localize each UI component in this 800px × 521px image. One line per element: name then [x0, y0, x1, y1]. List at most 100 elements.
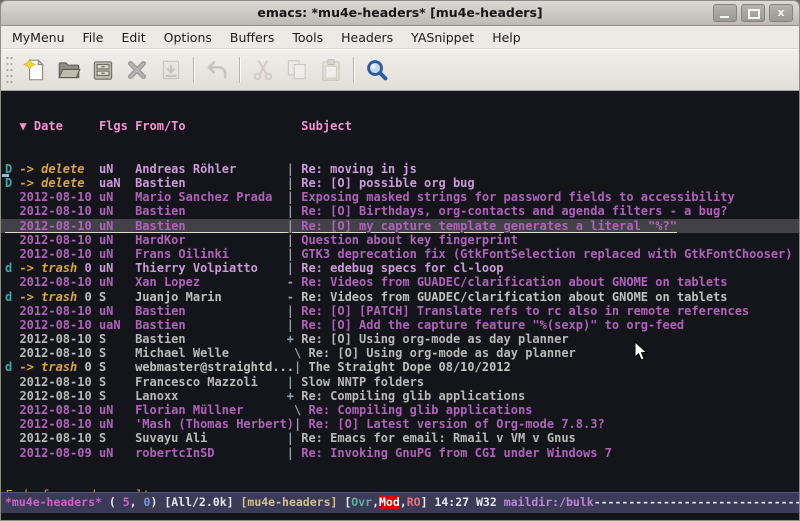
cut-button [246, 53, 280, 87]
message-row[interactable]: 2012-08-10 S Michael Welle \ Re: [O] Usi… [1, 346, 799, 360]
message-row[interactable]: 2012-08-09 uN robertcInSD | Re: Invoking… [1, 446, 799, 460]
menu-options[interactable]: Options [155, 27, 221, 48]
date-cell: 2012-08-10 [19, 204, 98, 218]
from-cell: Mario Sanchez Prada [135, 190, 287, 204]
message-row[interactable]: 2012-08-10 S Bastien + Re: [O] Using org… [1, 332, 799, 346]
search-button[interactable] [360, 53, 394, 87]
subject-cell: Slow NNTP folders [301, 375, 424, 389]
save-button[interactable] [86, 53, 120, 87]
message-row[interactable]: 2012-08-10 S Lanoxx + Re: Compiling glib… [1, 389, 799, 403]
menu-buffers[interactable]: Buffers [221, 27, 283, 48]
mark-char [5, 346, 19, 360]
subject-cell: The Straight Dope 08/10/2012 [308, 360, 510, 374]
message-row[interactable]: 2012-08-10 uN Bastien | Re: [O] my captu… [1, 219, 799, 233]
window-controls: x [709, 4, 793, 22]
message-row[interactable]: D -> delete uaN Bastien | Re: [O] possib… [1, 176, 799, 190]
from-cell: Bastien [135, 176, 287, 190]
mark-char [5, 304, 19, 318]
subject-cell: Re: [O] Using org-mode as day planner [308, 346, 575, 360]
mark-target: -> trash [19, 261, 77, 275]
subject-cell: GTK3 deprecation fix (GtkFontSelection r… [301, 247, 792, 261]
message-row[interactable]: d -> trash 0 S webmaster@straightd...| T… [1, 360, 799, 374]
open-button[interactable] [52, 53, 86, 87]
message-row[interactable]: 2012-08-10 uN HardKor | Question about k… [1, 233, 799, 247]
thread-char: | [287, 304, 301, 318]
new-file-button[interactable] [18, 53, 52, 87]
modeline-segment: [All/2.0k] [164, 495, 240, 509]
from-cell: Thierry Volpiatto [135, 261, 287, 275]
thread-char: | [287, 446, 301, 460]
thread-char: | [294, 417, 308, 431]
mark-char [5, 318, 19, 332]
minimize-button[interactable] [713, 4, 737, 22]
headers-header-line[interactable]: ▼ Date Flgs From/To Subject [1, 119, 799, 133]
date-cell: 2012-08-10 [19, 417, 98, 431]
menu-headers[interactable]: Headers [332, 27, 402, 48]
subject-cell: Re: Videos from GUADEC/clarification abo… [301, 275, 727, 289]
subject-cell: Re: moving in js [301, 162, 417, 176]
date-cell: 2012-08-10 [19, 304, 98, 318]
modeline-segment: Ovr [351, 495, 372, 509]
thread-char: | [287, 162, 301, 176]
thread-char: | [294, 360, 308, 374]
menu-edit[interactable]: Edit [112, 27, 154, 48]
menu-yasnippet[interactable]: YASnippet [402, 27, 483, 48]
message-row[interactable]: 2012-08-10 uN Florian Müllner \ Re: Comp… [1, 403, 799, 417]
date-cell: 2012-08-10 [19, 389, 98, 403]
toolbar-drag-handle[interactable] [5, 55, 14, 85]
message-row[interactable]: 2012-08-10 S Francesco Mazzoli | Slow NN… [1, 375, 799, 389]
thread-char: - [287, 275, 301, 289]
menu-help[interactable]: Help [483, 27, 530, 48]
title-bar[interactable]: emacs: *mu4e-headers* [mu4e-headers] x [1, 1, 799, 26]
modeline-segment: RO [407, 495, 421, 509]
thread-char: | [287, 431, 301, 445]
thread-char: + [287, 332, 301, 346]
flags-cell: uN [99, 403, 135, 417]
mark-char [5, 403, 19, 417]
date-cell: 2012-08-10 [19, 332, 98, 346]
maximize-button[interactable] [741, 4, 765, 22]
mark-char [5, 417, 19, 431]
close-buffer-button[interactable] [120, 53, 154, 87]
modeline-segment: , [400, 495, 407, 509]
date-cell: 2012-08-10 [19, 318, 98, 332]
mark-char: d [5, 261, 19, 275]
menu-mymenu[interactable]: MyMenu [3, 27, 74, 48]
message-row[interactable]: 2012-08-10 uN Bastien | Re: [O] Birthday… [1, 204, 799, 218]
from-cell: Xan Lopez [135, 275, 287, 289]
headers-buffer[interactable]: ▼ Date Flgs From/To Subject D -> delete … [1, 91, 799, 492]
from-cell: Bastien [135, 318, 287, 332]
date-cell: 2012-08-09 [19, 446, 98, 460]
message-row[interactable]: 2012-08-10 uN Frans Oilinki | GTK3 depre… [1, 247, 799, 261]
message-row[interactable]: 2012-08-10 uN Xan Lopez - Re: Videos fro… [1, 275, 799, 289]
from-cell: HardKor [135, 233, 287, 247]
maximize-icon [748, 9, 760, 19]
date-cell: 0 [77, 290, 99, 304]
thread-char: \ [287, 346, 309, 360]
subject-cell: Re: edebug specs for cl-loop [301, 261, 503, 275]
menu-file[interactable]: File [74, 27, 113, 48]
message-row[interactable]: d -> trash 0 uN Thierry Volpiatto | Re: … [1, 261, 799, 275]
end-of-search-status: End of search results [1, 488, 799, 492]
flags-cell: uN [99, 204, 135, 218]
thread-char: | [287, 261, 301, 275]
date-cell: 2012-08-10 [19, 233, 98, 247]
column-from: From/To [135, 119, 287, 133]
message-row[interactable]: 2012-08-10 uaN Bastien | Re: [O] Add the… [1, 318, 799, 332]
menu-tools[interactable]: Tools [283, 27, 332, 48]
message-row[interactable]: 2012-08-10 uN Bastien | Re: [O] [PATCH] … [1, 304, 799, 318]
close-button[interactable]: x [769, 4, 793, 22]
flags-cell: uN [99, 190, 135, 204]
mark-char [5, 219, 19, 233]
message-row[interactable]: D -> delete uN Andreas Röhler | Re: movi… [1, 162, 799, 176]
message-row[interactable]: 2012-08-10 S Suvayu Ali | Re: Emacs for … [1, 431, 799, 445]
message-row[interactable]: 2012-08-10 uN Mario Sanchez Prada | Expo… [1, 190, 799, 204]
emacs-window: emacs: *mu4e-headers* [mu4e-headers] x M… [0, 0, 800, 521]
mark-char [5, 190, 19, 204]
from-cell: Bastien [135, 204, 287, 218]
message-row[interactable]: 2012-08-10 uN 'Mash (Thomas Herbert)| Re… [1, 417, 799, 431]
mode-line[interactable]: *mu4e-headers* ( 5, 0) [All/2.0k] [mu4e-… [1, 492, 799, 513]
message-row[interactable]: d -> trash 0 S Juanjo Marin - Re: Videos… [1, 290, 799, 304]
echo-area[interactable] [1, 513, 799, 521]
search-icon [364, 57, 390, 83]
